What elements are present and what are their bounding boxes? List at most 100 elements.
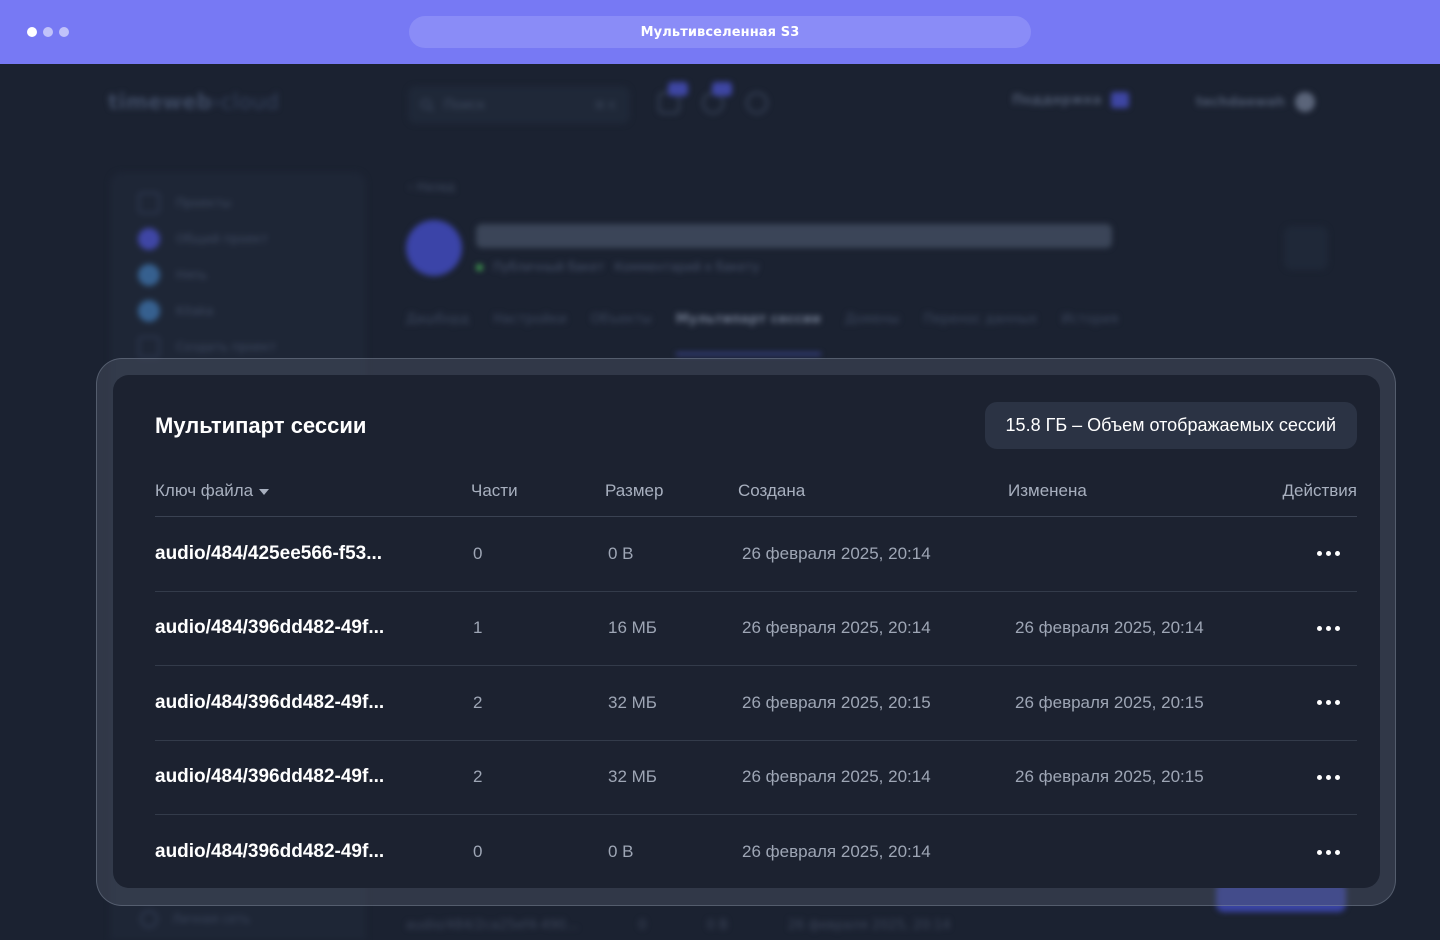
volume-badge: 15.8 ГБ – Объем отображаемых сессий [984,402,1357,449]
breadcrumb[interactable]: ‹ Назад [408,180,455,194]
folder-icon [138,192,160,214]
more-actions-icon[interactable] [1313,616,1343,640]
window-dot-icon[interactable] [59,27,69,37]
project-icon [138,228,160,250]
session-size: 0 B [608,842,634,862]
support-label: Поддержка [1012,92,1102,108]
tab-objects[interactable]: Объекты [591,312,652,355]
avatar [1294,92,1315,112]
created-date: 26 февраля 2025, 20:14 [742,543,931,563]
tab-settings[interactable]: Настройки [493,312,566,355]
bucket-avatar [406,220,462,276]
session-size: 32 МБ [608,692,657,712]
parts-count: 0 [473,842,483,862]
parts-count: 0 [473,543,483,563]
table-row: audio/484/425ee566-f53... 0 0 B 26 февра… [155,517,1357,592]
window-titlebar: Мультивселенная S3 [0,0,1440,64]
sidebar-item-label: Проекты [176,196,232,210]
table-row: audio/484/396dd482-49f... 1 16 МБ 26 фев… [155,592,1357,666]
sessions-table: audio/484/425ee566-f53... 0 0 B 26 февра… [155,517,1357,888]
search-input[interactable]: Поиск ⌘ K [408,86,630,124]
sidebar-item-label: Общий проект [176,232,268,246]
bell-badge [712,82,732,96]
window-dot-icon[interactable] [43,27,53,37]
table-header: Ключ файла Части Размер Создана Изменена… [155,479,1357,517]
logo-sub: ›cloud [212,90,280,114]
column-header-key[interactable]: Ключ файла [155,481,270,501]
column-header-changed: Изменена [1008,481,1087,500]
created-date: 26 февраля 2025, 20:15 [742,692,931,712]
file-key[interactable]: audio/484/396dd482-49f... [155,766,384,788]
table-row: audio/484/396dd482-49f... 2 32 МБ 26 фев… [155,741,1357,815]
network-icon [140,910,158,928]
ghost-cell: audio/484/2ca25ef4-490... [406,918,579,933]
more-actions-icon[interactable] [1313,840,1343,864]
bucket-title [476,224,1112,248]
sidebar-item-project[interactable]: Kitaka [138,300,213,322]
session-size: 0 B [608,543,634,563]
ghost-cell: 0 [638,918,647,933]
ghost-cell: 26 февраля 2025, 20:14 [787,918,951,933]
file-key[interactable]: audio/484/396dd482-49f... [155,841,384,863]
created-date: 26 февраля 2025, 20:14 [742,767,931,787]
ghost-cell: 0 B [706,918,728,933]
sidebar-item-project[interactable]: Няпь [138,264,207,286]
add-user-icon[interactable] [746,92,768,114]
search-shortcut: ⌘ K [594,98,616,112]
page-title: Мультипарт сессии [155,413,367,438]
bucket-status: Публичный бакет [493,260,605,274]
parts-count: 1 [473,618,483,638]
window-title: Мультивселенная S3 [409,16,1031,48]
tab-dashboard[interactable]: Дашборд [406,312,469,355]
user-name: techdaewah [1196,94,1285,110]
sidebar-item-label: Личная сеть [172,912,251,926]
logo-main: timeweb [108,90,213,114]
project-icon [138,300,160,322]
sidebar-item-label: Создать проект [176,340,277,354]
file-key[interactable]: audio/484/396dd482-49f... [155,617,384,639]
created-date: 26 февраля 2025, 20:14 [742,618,931,638]
changed-date: 26 февраля 2025, 20:15 [1015,767,1204,787]
file-key[interactable]: audio/484/425ee566-f53... [155,543,382,565]
sidebar-item-personal-network[interactable]: Личная сеть [140,910,250,928]
search-placeholder: Поиск [444,97,486,113]
plus-icon [138,336,160,358]
support-menu[interactable]: Поддержка [1012,92,1130,108]
session-size: 32 МБ [608,767,657,787]
sort-caret-icon [259,489,270,495]
delete-bucket-button[interactable] [1284,226,1328,270]
column-header-parts: Части [471,481,518,500]
tab-domains[interactable]: Домены [845,312,900,355]
table-row: audio/484/396dd482-49f... 0 0 B 26 февра… [155,815,1357,888]
column-header-actions: Действия [1282,481,1357,500]
changed-date: 26 февраля 2025, 20:14 [1015,618,1204,638]
window-controls [27,27,69,37]
user-menu[interactable]: techdaewah [1196,92,1315,112]
sidebar-item-create[interactable]: Создать проект [138,336,276,358]
more-actions-icon[interactable] [1313,691,1343,715]
file-key[interactable]: audio/484/396dd482-49f... [155,692,384,714]
sidebar-item-projects[interactable]: Проекты [138,192,231,214]
tab-multipart[interactable]: Мультипарт сессии [675,312,821,355]
table-row: audio/484/396dd482-49f... 2 32 МБ 26 фев… [155,666,1357,741]
support-badge [1111,92,1130,108]
sidebar-item-label: Няпь [176,268,208,282]
notification-badge [668,82,688,96]
column-header-created: Создана [738,481,806,500]
bucket-comment[interactable]: Комментарий к бакету [614,260,759,274]
more-actions-icon[interactable] [1313,765,1343,789]
window-dot-icon[interactable] [27,27,37,37]
parts-count: 2 [473,767,483,787]
sidebar-item-shared[interactable]: Общий проект [138,228,268,250]
logo: timeweb›cloud [108,90,279,114]
bucket-meta: Публичный бакет Комментарий к бакету [476,260,760,274]
more-actions-icon[interactable] [1313,542,1343,566]
column-header-size: Размер [605,481,664,500]
tab-history[interactable]: История [1061,312,1118,355]
table-row: audio/484/2ca25ef4-490... 0 0 B 26 февра… [406,882,1346,933]
parts-count: 2 [473,692,483,712]
column-header-label: Ключ файла [155,481,254,500]
tab-transfer[interactable]: Перенос данных [924,312,1038,355]
changed-date: 26 февраля 2025, 20:15 [1015,692,1204,712]
session-size: 16 МБ [608,618,657,638]
